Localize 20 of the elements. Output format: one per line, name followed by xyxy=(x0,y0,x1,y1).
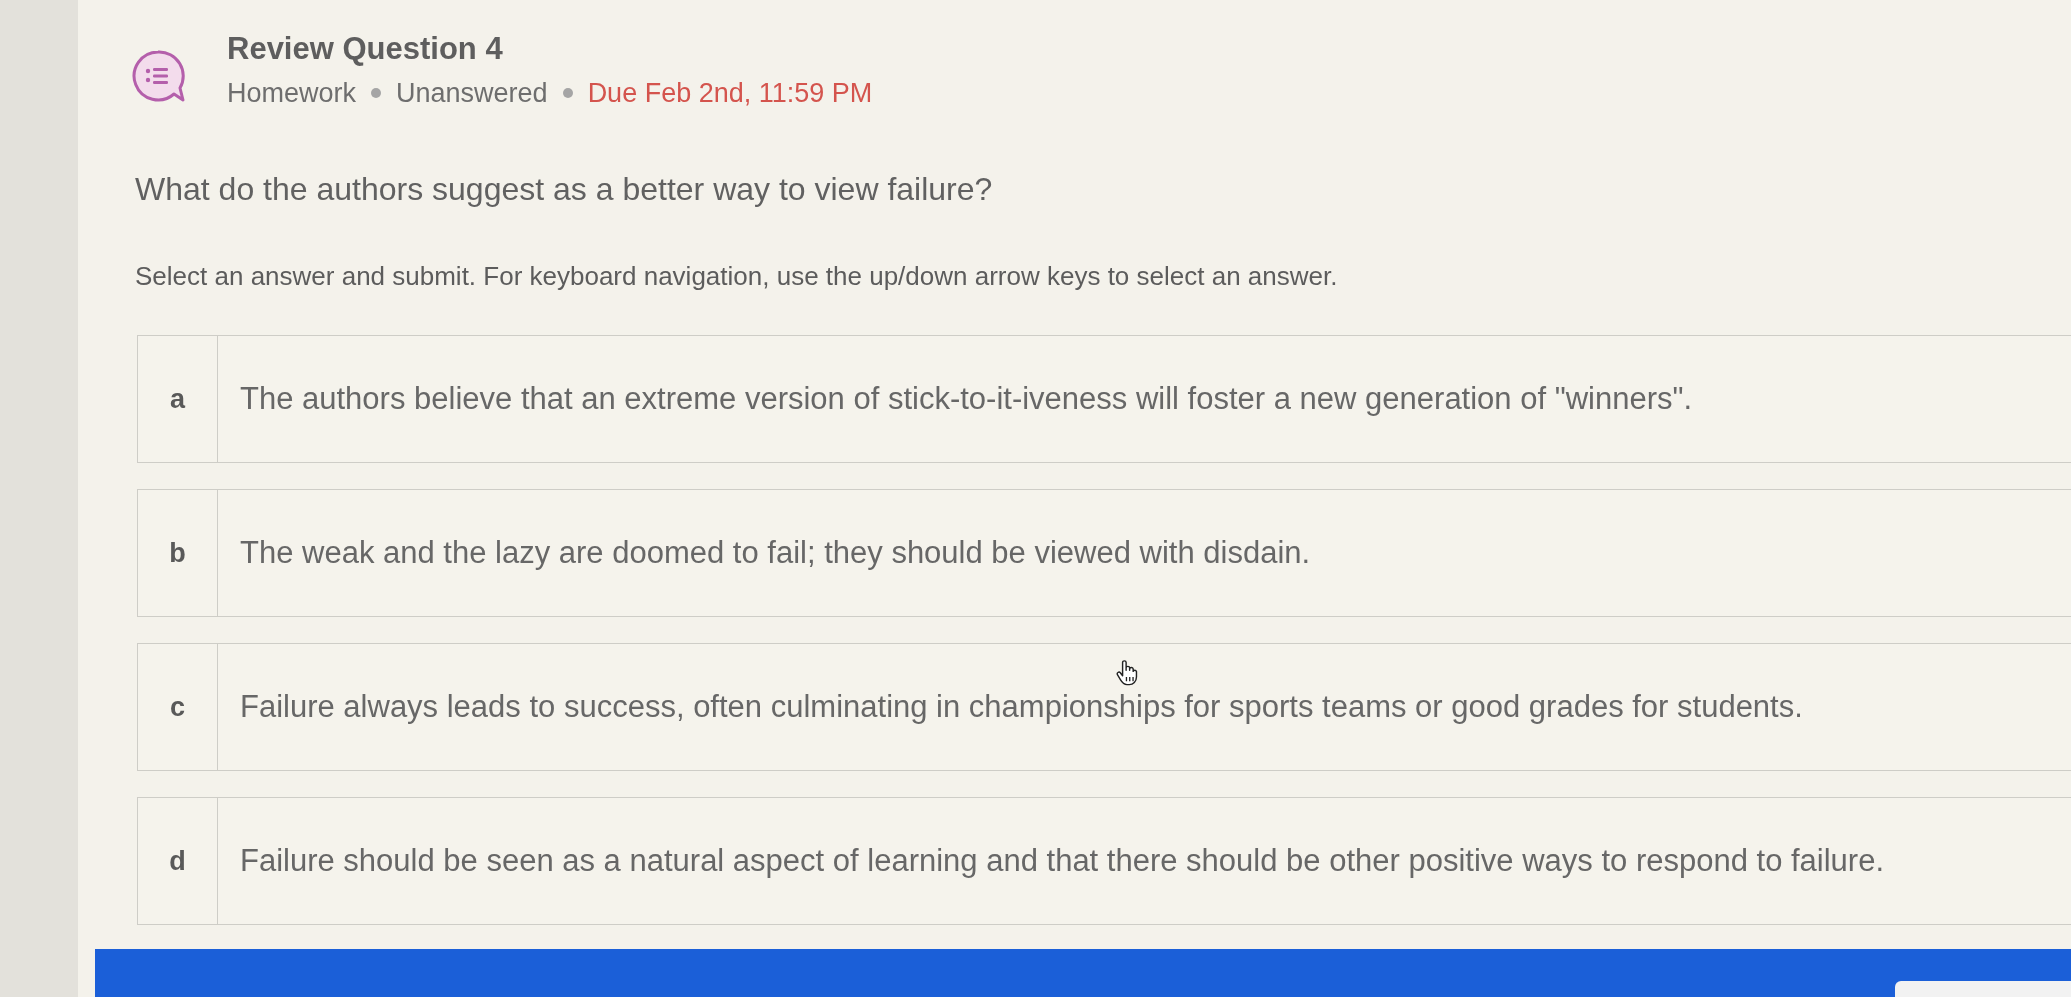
option-letter: b xyxy=(169,537,186,569)
answer-option[interactable]: c Failure always leads to success, often culminating in championships for sports teams or good grades for students. xyxy=(137,643,2071,771)
option-letter: c xyxy=(170,691,185,723)
answer-option[interactable]: d Failure should be seen as a natural aspect of learning and that there should be other positive ways to respond to failure. xyxy=(137,797,2071,925)
option-text: The authors believe that an extreme version of stick-to-it-iveness will foster a new generation of "winners". xyxy=(240,380,1693,418)
answer-option[interactable]: b The weak and the lazy are doomed to fail; they should be viewed with disdain. xyxy=(137,489,2071,617)
option-text: Failure should be seen as a natural aspect of learning and that there should be other positive ways to respond to failure. xyxy=(240,842,1885,880)
hand-cursor-icon xyxy=(1116,659,1138,686)
meta-label: Homework xyxy=(227,77,357,110)
option-letter: a xyxy=(170,383,185,415)
chat-list-icon xyxy=(130,48,186,104)
option-text: Failure always leads to success, often culminating in championships for sports teams or good grades for students. xyxy=(240,688,1803,726)
meta-label: Unanswered xyxy=(396,77,548,110)
question-text: What do the authors suggest as a better way to view failure? xyxy=(135,171,993,207)
instructions-text: Select an answer and submit. For keyboard navigation, use the up/down arrow keys to select an answer. xyxy=(135,261,1338,291)
answer-option[interactable]: a The authors believe that an extreme version of stick-to-it-iveness will foster a new generation of "winners". xyxy=(137,335,2071,463)
option-letter: d xyxy=(169,845,186,877)
option-text: The weak and the lazy are doomed to fail; they should be viewed with disdain. xyxy=(240,534,1311,572)
due-date: Due Feb 2nd, 11:59 PM xyxy=(587,77,873,110)
question-title: Review Question 4 xyxy=(227,30,504,68)
